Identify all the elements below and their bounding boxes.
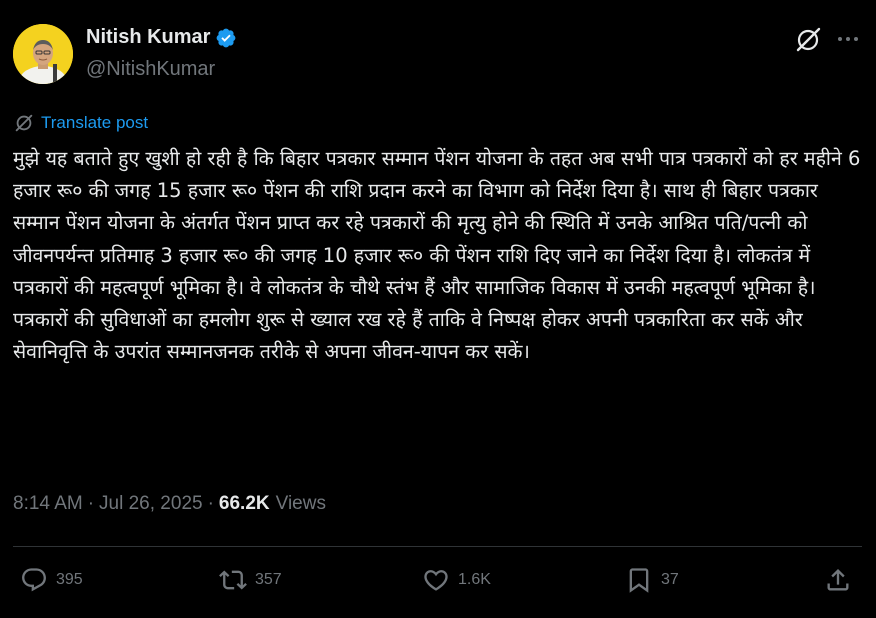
post-date[interactable]: Jul 26, 2025	[99, 493, 203, 515]
post-text: मुझे यह बताते हुए खुशी हो रही है कि बिहा…	[13, 147, 861, 364]
meta-separator-2: ·	[207, 493, 214, 514]
like-button[interactable]: 1.6K	[422, 566, 491, 594]
more-icon	[838, 37, 858, 41]
like-count: 1.6K	[458, 571, 491, 588]
repost-count: 357	[255, 571, 282, 588]
translate-label: Translate post	[41, 113, 149, 132]
heart-icon	[424, 570, 448, 591]
tweet: Nitish Kumar @NitishKumar Translate post	[0, 0, 876, 618]
bookmark-count: 37	[661, 571, 679, 588]
share-button[interactable]	[824, 566, 852, 594]
post-time[interactable]: 8:14 AM	[13, 493, 83, 515]
author-handle[interactable]: @NitishKumar	[86, 58, 215, 81]
grok-icon	[796, 27, 821, 52]
repost-button[interactable]: 357	[219, 566, 282, 594]
reply-button[interactable]: 395	[20, 566, 83, 594]
reply-icon	[22, 568, 46, 592]
translate-post-link[interactable]: Translate post	[13, 112, 148, 134]
reply-count: 395	[56, 571, 83, 588]
views-label: Views	[275, 493, 326, 514]
verified-badge-icon[interactable]	[215, 27, 237, 49]
post-meta: 8:14 AM · Jul 26, 2025 · 66.2K Views	[13, 493, 326, 515]
share-icon	[827, 569, 849, 591]
author-name[interactable]: Nitish Kumar	[86, 26, 210, 49]
grok-button[interactable]	[793, 25, 823, 55]
translate-icon	[15, 114, 33, 132]
views-count: 66.2K	[218, 493, 270, 514]
more-button[interactable]	[835, 26, 861, 52]
bookmark-icon	[629, 568, 649, 593]
avatar[interactable]	[13, 24, 73, 84]
divider	[13, 546, 862, 547]
repost-icon	[219, 570, 247, 590]
meta-separator: ·	[87, 493, 95, 514]
avatar-photo-icon	[13, 24, 73, 84]
author-name-row: Nitish Kumar	[86, 26, 237, 49]
bookmark-button[interactable]: 37	[625, 566, 679, 594]
